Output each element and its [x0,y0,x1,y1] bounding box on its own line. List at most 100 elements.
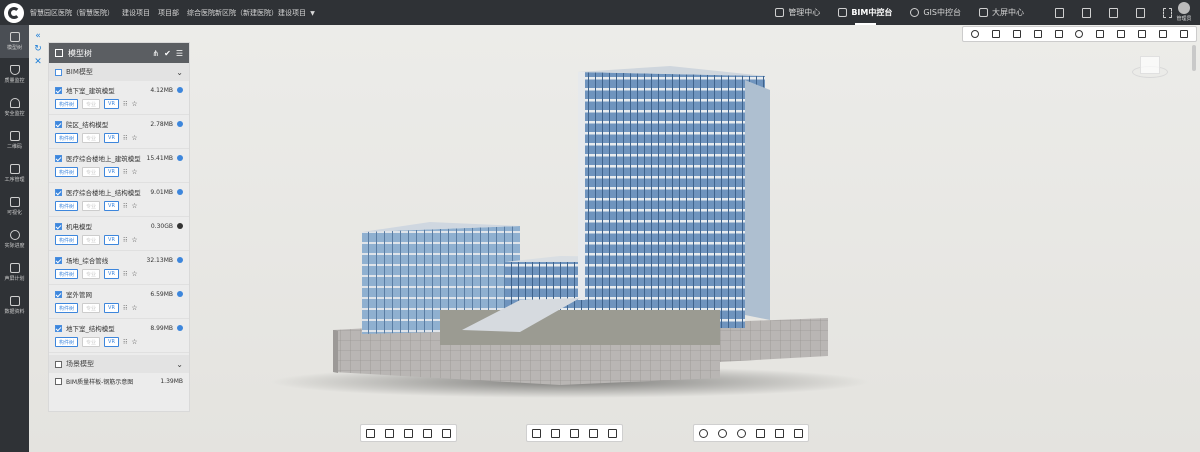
layers-icon[interactable] [1013,30,1022,38]
component-tree-button[interactable]: 构件树 [55,167,79,177]
tablet-icon[interactable] [1109,7,1118,18]
tree-icon[interactable]: ⁝⁝ [123,270,127,278]
star-icon[interactable]: ☆ [131,236,137,244]
model-checkbox[interactable] [55,120,62,128]
bim-viewport[interactable] [29,25,1200,452]
edit-icon[interactable] [794,428,803,438]
component-tree-button[interactable]: 构件树 [55,99,79,109]
discipline-button[interactable]: 专业 [82,235,101,245]
model-row[interactable]: 场地_综合管线 32.13MB 构件树 专业 VR ⁝⁝ ☆ [49,251,189,285]
hierarchy-icon[interactable]: ⋔ [152,49,159,58]
monitor-icon[interactable] [1055,7,1064,18]
fit-icon[interactable] [570,428,579,438]
list-item[interactable]: BIM质量样板-钢筋示意图 1.39MB [49,373,189,390]
nav-management-center[interactable]: 管理中心 [775,0,820,25]
eye-icon[interactable] [177,291,183,297]
component-tree-button[interactable]: 构件树 [55,303,79,313]
rail-item-archive[interactable]: 数据资料 [0,289,29,322]
star-icon[interactable]: ☆ [131,168,137,176]
eye-icon[interactable] [177,121,183,127]
rail-item-visual[interactable]: 可视化 [0,190,29,223]
cube-face[interactable] [1140,56,1160,74]
list-icon[interactable] [1117,30,1126,38]
image-icon[interactable] [1033,30,1042,38]
discipline-button[interactable]: 专业 [82,337,101,347]
tree-icon[interactable] [442,428,451,438]
layers-icon[interactable] [756,428,765,438]
rail-item-progress[interactable]: 实际进度 [0,223,29,256]
section-box-icon[interactable] [532,428,541,438]
rail-item-plan[interactable]: 声屏计划 [0,256,29,289]
person-icon[interactable] [366,428,375,438]
rail-item-quality[interactable]: 质量监控 [0,58,29,91]
tree-icon[interactable]: ⁝⁝ [123,134,127,142]
eye-icon[interactable] [737,428,746,438]
component-tree-button[interactable]: 构件树 [55,235,79,245]
vr-button[interactable]: VR [104,269,119,279]
eye-slash-icon[interactable] [718,428,727,438]
tree-icon[interactable]: ⁝⁝ [123,236,127,244]
star-icon[interactable]: ☆ [131,134,137,142]
check-icon[interactable] [1179,30,1188,38]
discipline-button[interactable]: 专业 [82,133,101,143]
model-row[interactable]: 院区_结构模型 2.78MB 构件树 专业 VR ⁝⁝ ☆ [49,115,189,149]
star-icon[interactable]: ☆ [131,304,137,312]
collapse-panel-icon[interactable]: « [33,30,43,43]
tree-icon[interactable]: ⁝⁝ [123,100,127,108]
eye-icon[interactable] [177,155,183,161]
breadcrumb-item-org[interactable]: 智慧园区医院（智慧医院） [30,8,114,18]
user-menu[interactable]: 管理员 [1174,2,1194,22]
star-icon[interactable]: ☆ [131,100,137,108]
model-row[interactable]: 医疗综合楼地上_结构模型 9.01MB 构件树 专业 VR ⁝⁝ ☆ [49,183,189,217]
group-bim-models[interactable]: BIM模型 ⌄ [49,63,189,81]
model-checkbox[interactable] [55,324,62,332]
frame-icon[interactable] [589,428,598,438]
eye-icon[interactable] [177,257,183,263]
discipline-button[interactable]: 专业 [82,167,101,177]
model-row[interactable]: 地下室_建筑模型 4.12MB 构件树 专业 VR ⁝⁝ ☆ [49,81,189,115]
document-icon[interactable] [608,428,617,438]
settings-icon[interactable] [699,428,708,438]
tree-icon[interactable]: ⁝⁝ [123,338,127,346]
star-icon[interactable]: ☆ [131,270,137,278]
focus-icon[interactable] [775,428,784,438]
scrollbar[interactable] [1192,45,1196,71]
component-tree-button[interactable]: 构件树 [55,133,79,143]
group-checkbox[interactable] [55,360,62,368]
vr-button[interactable]: VR [104,235,119,245]
vr-button[interactable]: VR [104,99,119,109]
vr-button[interactable]: VR [104,337,119,347]
model-checkbox[interactable] [55,154,62,162]
rail-item-safety[interactable]: 安全监控 [0,91,29,124]
check-all-icon[interactable]: ✔ [164,49,171,58]
eye-icon[interactable] [177,189,183,195]
discipline-button[interactable]: 专业 [82,269,101,279]
tree-icon[interactable]: ⁝⁝ [123,304,127,312]
model-row[interactable]: 医疗综合楼地上_建筑模型 15.41MB 构件树 专业 VR ⁝⁝ ☆ [49,149,189,183]
discipline-button[interactable]: 专业 [82,303,101,313]
vr-button[interactable]: VR [104,303,119,313]
eye-off-icon[interactable] [177,223,183,229]
vr-button[interactable]: VR [104,133,119,143]
model-checkbox[interactable] [55,222,62,230]
pentagon-icon[interactable] [404,428,413,438]
model-row[interactable]: 地下室_结构模型 8.99MB 构件树 专业 VR ⁝⁝ ☆ [49,319,189,353]
tree-icon[interactable]: ⁝⁝ [123,202,127,210]
fullscreen-icon[interactable] [1163,7,1172,18]
eye-icon[interactable] [177,325,183,331]
item-checkbox[interactable] [55,378,62,385]
close-icon[interactable]: ✕ [33,56,43,69]
breadcrumb-item-dept[interactable]: 项目部 [158,8,179,18]
list-icon[interactable]: ☰ [176,49,183,58]
tree-icon[interactable]: ⁝⁝ [123,168,127,176]
vr-button[interactable]: VR [104,201,119,211]
camera-icon[interactable] [385,428,394,438]
breadcrumb-item-category[interactable]: 建设项目 [122,8,150,18]
rail-item-process[interactable]: 工序管理 [0,157,29,190]
nav-gis-console[interactable]: GIS中控台 [910,0,961,25]
star-icon[interactable]: ☆ [131,338,137,346]
model-row[interactable]: 机电模型 0.30GB 构件树 专业 VR ⁝⁝ ☆ [49,217,189,251]
gear-icon[interactable] [1075,30,1084,38]
chevron-down-icon[interactable]: ⌄ [176,360,183,369]
measure-icon[interactable] [551,428,560,438]
